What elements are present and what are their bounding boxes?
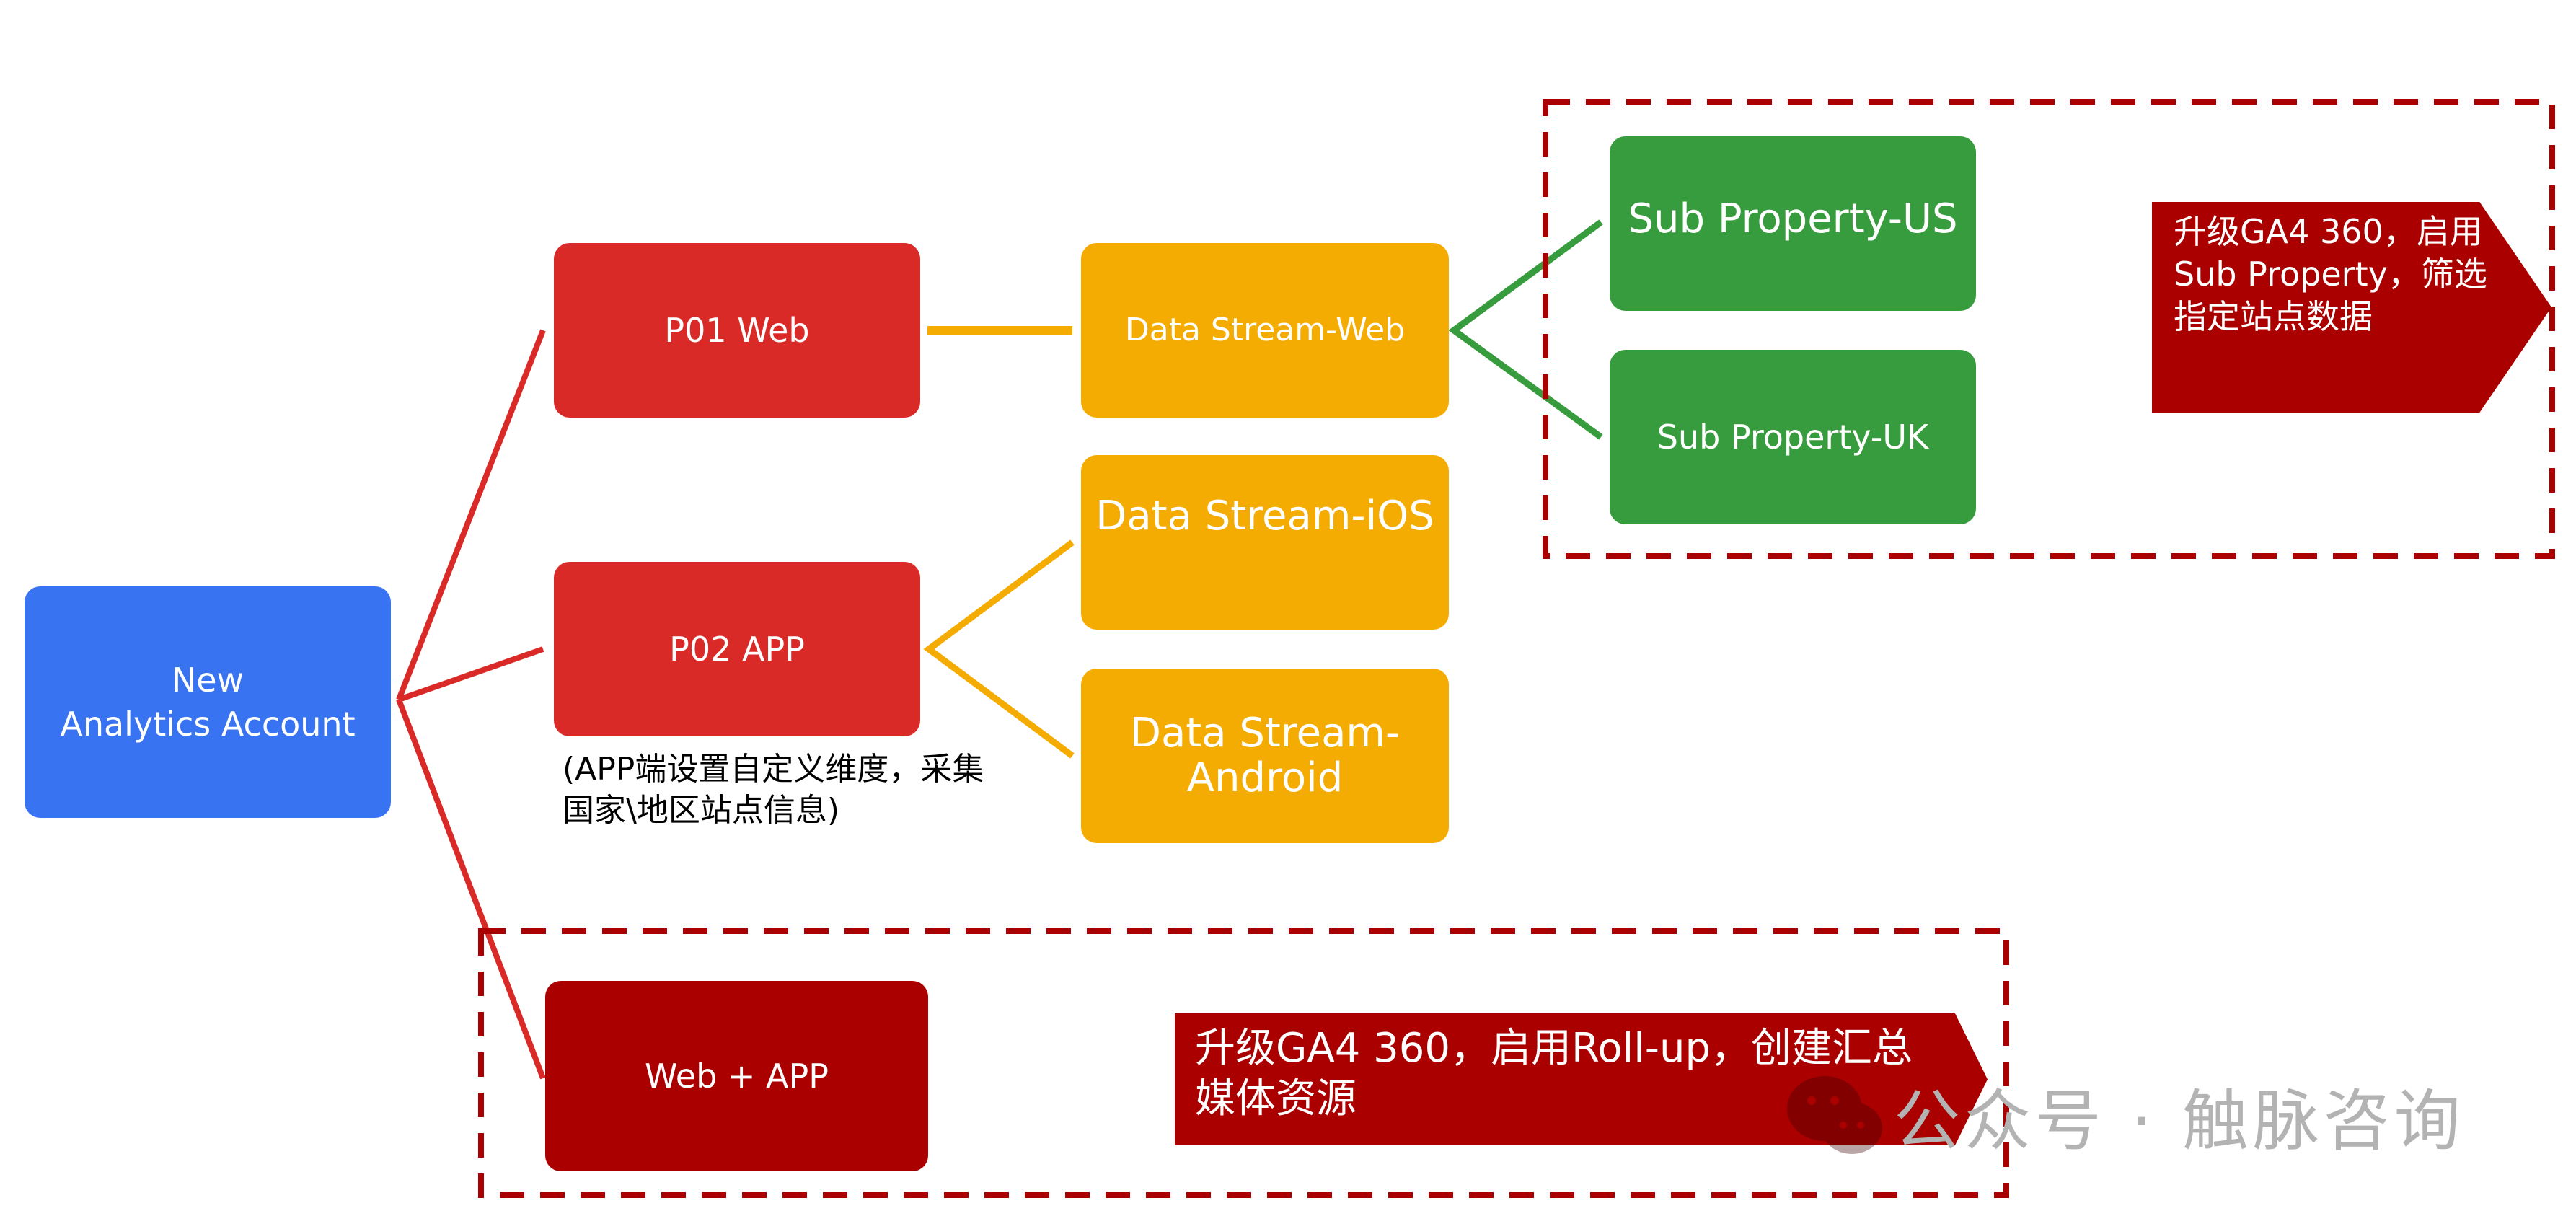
wechat-icon <box>1787 1075 1882 1154</box>
rollup-web-app-node[interactable]: Web + APP <box>545 981 928 1171</box>
data-stream-web-node[interactable]: Data Stream-Web <box>1081 243 1449 418</box>
link-account-rollup <box>396 698 546 1080</box>
sub-property-us-label: Sub Property-US <box>1628 195 1958 242</box>
link-account-p02 <box>397 646 544 702</box>
callout-sub-line3: 指定站点数据 <box>2174 296 2373 336</box>
sub-property-uk-node[interactable]: Sub Property-UK <box>1610 350 1976 524</box>
p02-app-note: (APP端设置自定义维度，采集 国家\地区站点信息) <box>563 749 984 831</box>
stream-ios-label: Data Stream-iOS <box>1095 493 1434 539</box>
rollup-label: Web + APP <box>644 1056 829 1096</box>
callout-sub-line2: Sub Property，筛选 <box>2174 254 2487 294</box>
callout-rollup-line1: 升级GA4 360，启用Roll-up，创建汇总 <box>1195 1025 1913 1072</box>
link-p02-app-streams <box>923 539 1075 759</box>
account-label-line2: Analytics Account <box>60 704 356 744</box>
account-label-line1: New <box>171 660 244 700</box>
stream-android-line2: Android <box>1186 754 1344 801</box>
data-stream-android-node[interactable]: Data Stream- Android <box>1081 669 1449 843</box>
p02-note-line2: 国家\地区站点信息) <box>563 792 839 829</box>
callout-subproperty: 升级GA4 360，启用 Sub Property，筛选 指定站点数据 <box>2152 202 2551 413</box>
stream-web-label: Data Stream-Web <box>1124 311 1406 348</box>
property-p01-label: P01 Web <box>664 310 810 350</box>
link-account-p01 <box>396 329 546 701</box>
data-stream-ios-node[interactable]: Data Stream-iOS <box>1081 455 1449 630</box>
stream-android-line1: Data Stream- <box>1129 710 1401 757</box>
sub-property-uk-label: Sub Property-UK <box>1657 417 1929 457</box>
link-stream-subproperties <box>1448 219 1603 440</box>
property-p02-app-node[interactable]: P02 APP <box>554 562 920 736</box>
property-p01-web-node[interactable]: P01 Web <box>554 243 920 418</box>
p02-note-line1: (APP端设置自定义维度，采集 <box>563 751 984 788</box>
watermark: 公众号 · 触脉咨询 <box>1781 1067 2465 1163</box>
analytics-account-node[interactable]: New Analytics Account <box>25 586 391 818</box>
watermark-text: 公众号 · 触脉咨询 <box>1894 1083 2465 1160</box>
property-p02-label: P02 APP <box>669 629 805 669</box>
sub-property-us-node[interactable]: Sub Property-US <box>1610 136 1976 311</box>
